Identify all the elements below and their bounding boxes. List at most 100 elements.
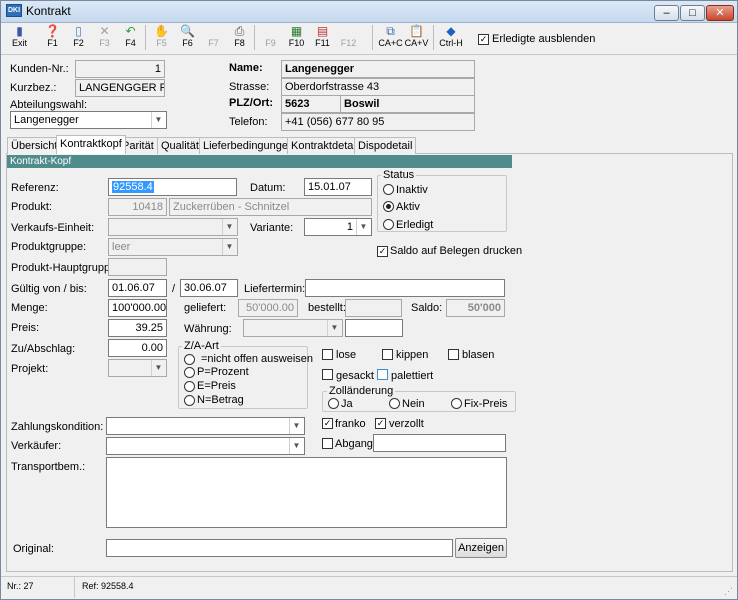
phone-field[interactable]: +41 (056) 677 80 95	[281, 113, 475, 131]
bestellt-field[interactable]	[345, 299, 402, 317]
waehrung-select[interactable]: ▼	[243, 319, 343, 337]
f7-label: F7	[208, 38, 219, 48]
palettiert-checkbox[interactable]	[377, 369, 388, 380]
datum-input[interactable]: 15.01.07	[304, 178, 372, 196]
status-nr: Nr.: 27	[7, 581, 34, 591]
zuabschlag-label: Zu/Abschlag:	[11, 343, 76, 355]
hauptgruppe-field[interactable]	[108, 258, 167, 276]
status-aktiv-radio[interactable]	[383, 201, 394, 212]
zoll-fixpreis-radio[interactable]	[451, 398, 462, 409]
za-prozent-radio[interactable]	[184, 367, 195, 378]
name-field[interactable]: Langenegger	[281, 60, 475, 78]
za-nicht-radio[interactable]	[184, 354, 195, 365]
print-f8-button[interactable]: ⎙ F8	[228, 24, 251, 50]
ctrl-h-button[interactable]: ◆ Ctrl-H	[439, 24, 463, 50]
phone-label: Telefon:	[229, 116, 268, 128]
kippen-checkbox[interactable]	[382, 349, 393, 360]
tab-uebersicht[interactable]: Übersicht	[7, 137, 62, 154]
produkt-name-field[interactable]: Zuckerrüben - Schnitzel	[169, 198, 372, 216]
f7-button[interactable]: F7	[202, 24, 225, 50]
gueltig-bis-input[interactable]: 30.06.07	[180, 279, 238, 297]
anzeigen-button[interactable]: Anzeigen	[455, 538, 507, 558]
waehrung-extra-input[interactable]	[345, 319, 403, 337]
zahlungskondition-select[interactable]: ▼	[106, 417, 305, 435]
f5-button[interactable]: ✋ F5	[150, 24, 173, 50]
help-f1-button[interactable]: ❓ F1	[41, 24, 64, 50]
liefertermin-input[interactable]	[305, 279, 505, 297]
status-ref: Ref: 92558.4	[82, 581, 134, 591]
variante-select[interactable]: 1 ▼	[304, 218, 372, 236]
search-f6-button[interactable]: 🔍 F6	[176, 24, 199, 50]
tab-kontraktdetail[interactable]: Kontraktdetail	[287, 137, 363, 154]
za-preis-radio[interactable]	[184, 381, 195, 392]
transportbem-textarea[interactable]	[106, 457, 507, 528]
tab-lieferbedingungen[interactable]: Lieferbedingungen	[199, 137, 299, 154]
resize-grip-icon[interactable]: ⋰	[724, 586, 734, 596]
saldo-print-checkbox[interactable]: ✓	[377, 246, 388, 257]
department-select[interactable]: Langenegger ▼	[10, 111, 167, 129]
status-erledigt-radio[interactable]	[383, 219, 394, 230]
gueltig-label: Gültig von / bis:	[11, 283, 87, 295]
blasen-checkbox[interactable]	[448, 349, 459, 360]
projekt-select[interactable]: ▼	[108, 359, 167, 377]
copy-button[interactable]: ⧉ CA+C	[378, 24, 403, 50]
franko-checkbox[interactable]: ✓	[322, 418, 333, 429]
grid-icon: ▦	[290, 24, 303, 38]
window-title: Kontrakt	[26, 4, 71, 18]
bestellt-label: bestellt:	[308, 302, 346, 314]
paste-button[interactable]: 📋 CA+V	[404, 24, 429, 50]
exit-button[interactable]: ▮ Exit	[8, 24, 31, 50]
city-field[interactable]: Boswil	[340, 95, 475, 113]
geliefert-field[interactable]: 50'000.00	[238, 299, 298, 317]
original-input[interactable]	[106, 539, 453, 557]
f9-button[interactable]: F9	[259, 24, 282, 50]
verkaeufer-label: Verkäufer:	[11, 440, 62, 452]
verkaufseinheit-select[interactable]: ▼	[108, 218, 238, 236]
lose-checkbox[interactable]	[322, 349, 333, 360]
zoll-nein-radio[interactable]	[389, 398, 400, 409]
f1-label: F1	[47, 38, 58, 48]
new-f2-button[interactable]: ▯ F2	[67, 24, 90, 50]
status-inaktiv-radio[interactable]	[383, 184, 394, 195]
zoll-ja-radio[interactable]	[328, 398, 339, 409]
minimize-button[interactable]: ‒	[654, 5, 679, 21]
customer-nr-field[interactable]: 1	[75, 60, 165, 78]
abgang-input[interactable]	[373, 434, 506, 452]
maximize-button[interactable]: □	[680, 5, 705, 21]
undo-f4-button[interactable]: ↶ F4	[119, 24, 142, 50]
gueltig-von-input[interactable]: 01.06.07	[108, 279, 167, 297]
za-betrag-radio[interactable]	[184, 395, 195, 406]
gesackt-checkbox[interactable]	[322, 369, 333, 380]
saldo-field[interactable]: 50'000	[446, 299, 505, 317]
abgang-checkbox[interactable]	[322, 438, 333, 449]
delete-x-icon: ✕	[99, 24, 110, 38]
zuabschlag-input[interactable]: 0.00	[108, 339, 167, 357]
verzollt-checkbox[interactable]: ✓	[375, 418, 386, 429]
tab-qualitaet[interactable]: Qualität	[157, 137, 203, 154]
referenz-input[interactable]: 92558.4	[108, 178, 237, 196]
printer-icon: ⎙	[234, 24, 245, 38]
f12-button[interactable]: F12	[337, 24, 360, 50]
tab-dispodetail[interactable]: Dispodetail	[354, 137, 417, 154]
za-art-title: Z/A-Art	[182, 340, 221, 352]
f6-label: F6	[182, 38, 193, 48]
preis-input[interactable]: 39.25	[108, 319, 167, 337]
zip-field[interactable]: 5623	[281, 95, 341, 113]
short-name-field[interactable]: LANGENGGER PAU	[75, 79, 165, 97]
street-field[interactable]: Oberdorfstrasse 43	[281, 78, 475, 96]
produktgruppe-select[interactable]: leer ▼	[108, 238, 238, 256]
referenz-value: 92558.4	[112, 181, 154, 193]
close-window-button[interactable]: ✕	[706, 5, 734, 21]
menge-input[interactable]: 100'000.00	[108, 299, 167, 317]
tab-kontraktkopf[interactable]: Kontraktkopf	[56, 135, 126, 154]
produkt-nr-field[interactable]: 10418	[108, 198, 167, 216]
verkaeufer-select[interactable]: ▼	[106, 437, 305, 455]
delete-f3-button[interactable]: ✕ F3	[93, 24, 116, 50]
hide-done-checkbox[interactable]: ✓	[478, 34, 489, 45]
f10-button[interactable]: ▦ F10	[285, 24, 308, 50]
blank-icon	[263, 24, 279, 38]
status-bar-separator	[74, 577, 75, 598]
f11-button[interactable]: ▤ F11	[311, 24, 334, 50]
diamond-icon: ◆	[446, 24, 456, 38]
palettiert-label: palettiert	[391, 370, 434, 382]
